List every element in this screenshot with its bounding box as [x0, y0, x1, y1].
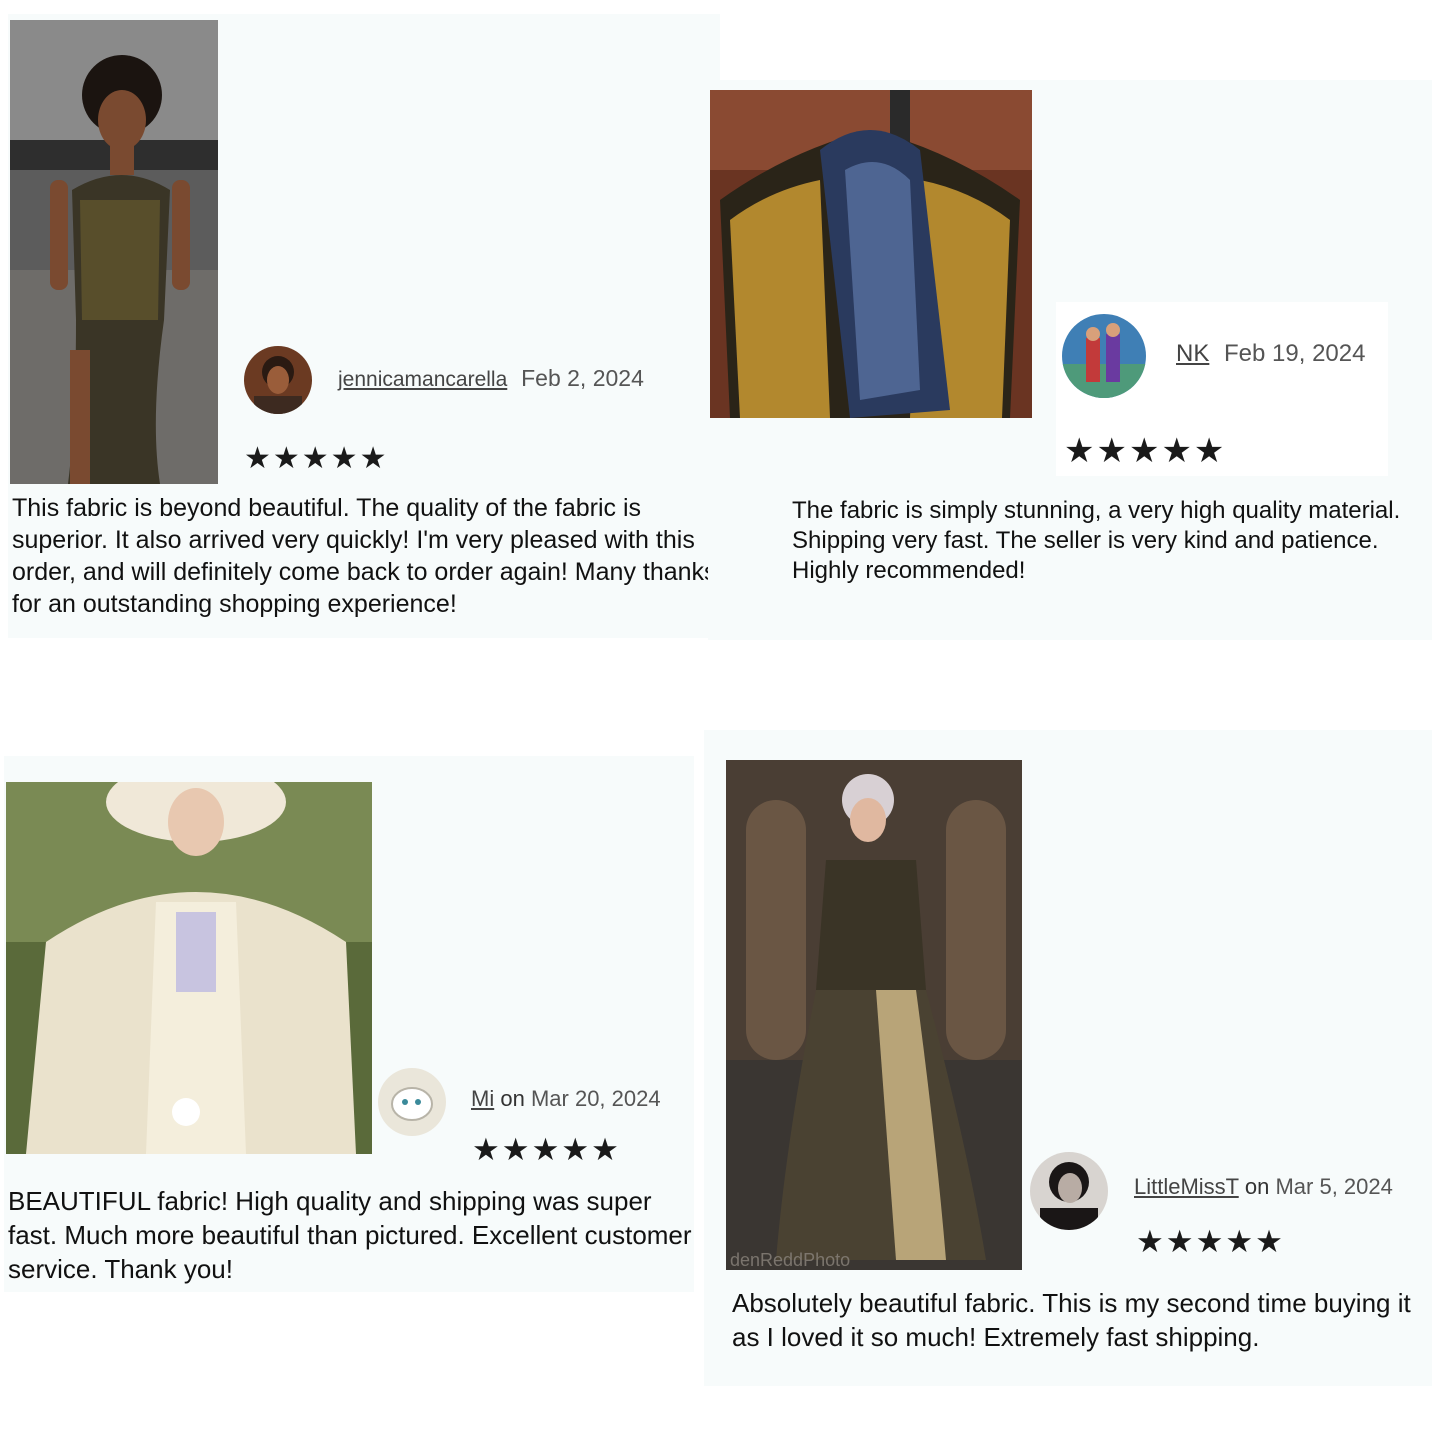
- review-text: The fabric is simply stunning, a very hi…: [792, 497, 1401, 584]
- review-date: Feb 2, 2024: [521, 365, 644, 391]
- review-meta-2: NK Feb 19, 2024: [1176, 340, 1365, 368]
- star-rating: ★★★★★: [1136, 1224, 1285, 1259]
- reviewer-name-link[interactable]: jennicamancarella: [338, 368, 507, 391]
- reviewer-name-link[interactable]: LittleMissT: [1134, 1174, 1239, 1199]
- on-connector: on: [1244, 1174, 1270, 1199]
- review-photo-1[interactable]: [10, 20, 218, 484]
- review-meta-4: LittleMissT on Mar 5, 2024: [1134, 1174, 1393, 1200]
- reviewer-avatar-2[interactable]: [1062, 314, 1146, 398]
- review-date: Feb 19, 2024: [1224, 340, 1366, 367]
- reviewer-name-link[interactable]: NK: [1176, 340, 1209, 367]
- reviewer-name-link[interactable]: Mi: [471, 1086, 494, 1111]
- review-meta-3: Mi on Mar 20, 2024: [471, 1086, 661, 1112]
- reviewer-avatar-1[interactable]: [244, 346, 312, 414]
- review-date: Mar 20, 2024: [530, 1086, 661, 1111]
- star-rating: ★★★★★: [244, 442, 389, 475]
- review-date: Mar 5, 2024: [1275, 1174, 1393, 1199]
- star-rating: ★★★★★: [1064, 432, 1227, 470]
- star-rating: ★★★★★: [472, 1132, 621, 1167]
- reviewer-avatar-4[interactable]: [1030, 1152, 1108, 1230]
- review-text: Absolutely beautiful fabric. This is my …: [732, 1288, 1411, 1352]
- reviewer-avatar-3[interactable]: [378, 1068, 446, 1136]
- review-photo-2[interactable]: [710, 90, 1032, 418]
- review-photo-3[interactable]: [6, 782, 372, 1154]
- review-photo-4[interactable]: denReddPhoto: [726, 760, 1022, 1270]
- photo-watermark: denReddPhoto: [730, 1250, 850, 1270]
- on-connector: on: [500, 1086, 525, 1111]
- review-text: BEAUTIFUL fabric! High quality and shipp…: [8, 1186, 692, 1284]
- review-text: This fabric is beyond beautiful. The qua…: [12, 494, 717, 618]
- review-meta-1: jennicamancarella Feb 2, 2024: [338, 365, 644, 392]
